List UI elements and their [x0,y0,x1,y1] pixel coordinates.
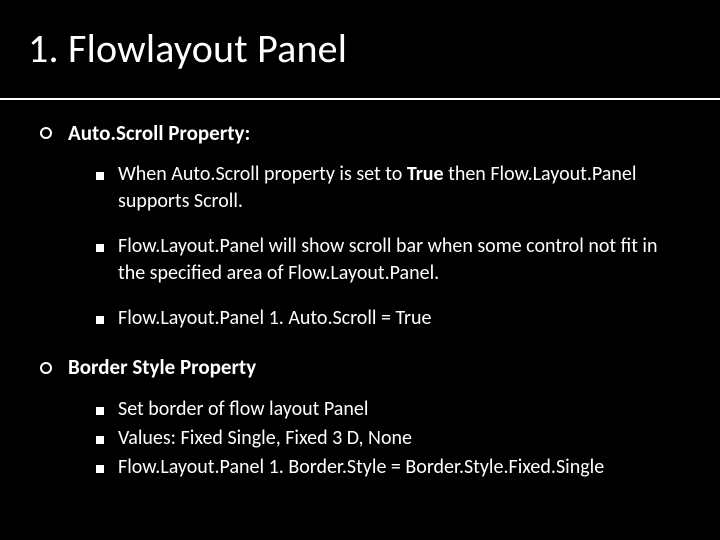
title-bar: 1. Flowlayout Panel [0,0,720,100]
sub-bullet: Flow.Layout.Panel 1. Border.Style = Bord… [96,454,680,481]
slide-title: 1. Flowlayout Panel [28,24,692,73]
bullet-list-level2: When Auto.Scroll property is set to True… [68,161,680,332]
sub-bullet: Set border of flow layout Panel [96,396,680,423]
bullet-border-style-property: Border Style Property Set border of flow… [40,354,680,480]
sub-bullet: Flow.Layout.Panel 1. Auto.Scroll = True [96,305,680,332]
bullet-list-level2: Set border of flow layout Panel Values: … [68,396,680,481]
sub-bullet: When Auto.Scroll property is set to True… [96,161,680,215]
bullet-list-level1: Auto.Scroll Property: When Auto.Scroll p… [40,120,680,481]
slide-content: Auto.Scroll Property: When Auto.Scroll p… [0,110,720,540]
sub-bullet: Flow.Layout.Panel will show scroll bar w… [96,233,680,287]
bullet-autoscroll-property: Auto.Scroll Property: When Auto.Scroll p… [40,120,680,332]
slide: 1. Flowlayout Panel Auto.Scroll Property… [0,0,720,540]
bullet-text: Border Style Property [68,354,256,380]
sub-bullet: Values: Fixed Single, Fixed 3 D, None [96,425,680,452]
bullet-text: Auto.Scroll Property: [68,120,250,146]
